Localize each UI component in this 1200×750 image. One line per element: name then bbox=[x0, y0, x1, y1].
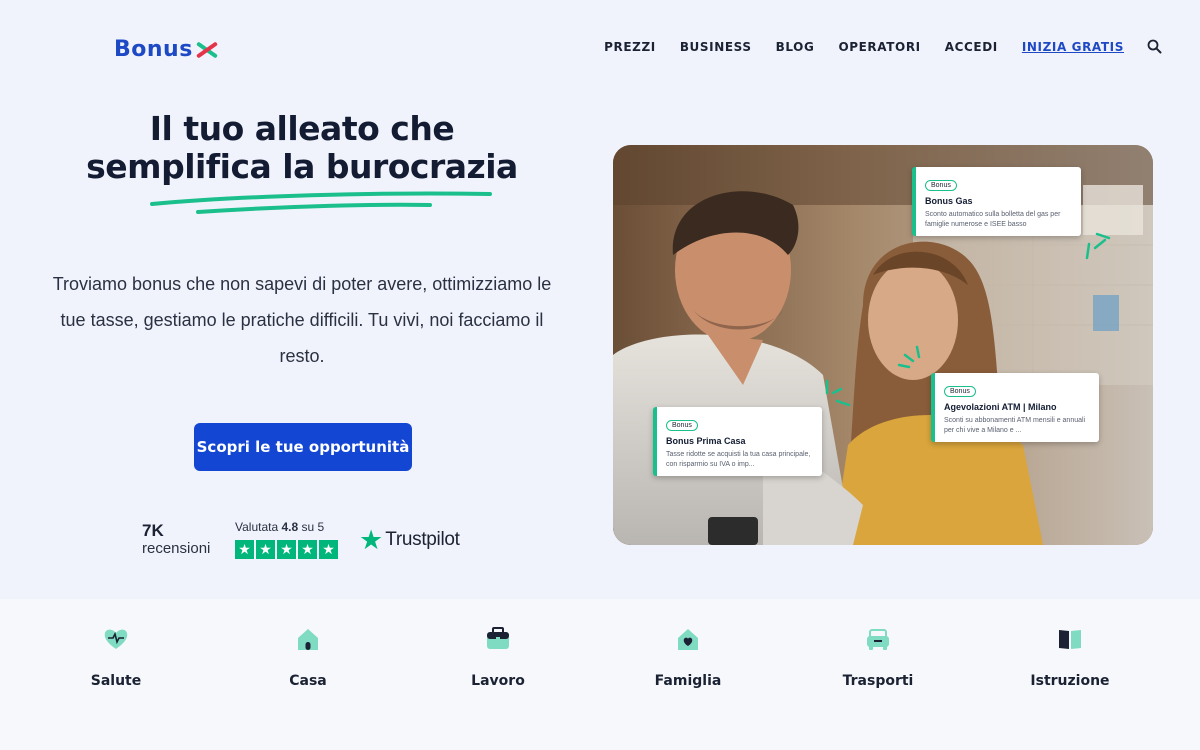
nav-cta-inizia-gratis[interactable]: INIZIA GRATIS bbox=[1022, 40, 1124, 54]
reviews-number: 7K bbox=[142, 521, 164, 540]
rating-stars: ★ ★ ★ ★ ★ bbox=[235, 540, 338, 559]
car-icon bbox=[867, 629, 889, 650]
category-casa[interactable]: Casa bbox=[238, 625, 378, 689]
card-description: Sconto automatico sulla bolletta del gas… bbox=[925, 211, 1061, 228]
category-label: Lavoro bbox=[471, 673, 525, 689]
category-salute[interactable]: Salute bbox=[46, 625, 186, 689]
card-title: Bonus Prima Casa bbox=[666, 436, 746, 446]
bonus-card-atm[interactable]: Bonus Agevolazioni ATM | Milano Sconti s… bbox=[931, 373, 1099, 442]
categories-bar: Salute Casa Lavoro Famiglia Trasporti Is… bbox=[0, 599, 1200, 750]
reviews-count: 7K recensioni bbox=[142, 522, 210, 558]
hero-title: Il tuo alleato che semplifica la burocra… bbox=[40, 110, 564, 186]
rating-prefix: Valutata bbox=[235, 520, 279, 534]
card-badge: Bonus bbox=[944, 386, 976, 397]
star-icon: ★ bbox=[319, 540, 338, 559]
card-badge: Bonus bbox=[925, 180, 957, 191]
logo-x-mark bbox=[194, 40, 218, 60]
card-title: Bonus Gas bbox=[925, 196, 973, 206]
hero-title-line-1: Il tuo alleato che bbox=[149, 109, 455, 148]
rating-value: 4.8 bbox=[281, 520, 299, 534]
category-label: Casa bbox=[289, 673, 327, 689]
search-icon[interactable] bbox=[1146, 38, 1164, 56]
category-label: Salute bbox=[90, 673, 142, 689]
sparkle-decoration bbox=[825, 379, 851, 407]
star-icon: ★ bbox=[235, 540, 254, 559]
main-nav: PREZZI BUSINESS BLOG OPERATORI ACCEDI IN… bbox=[580, 38, 1164, 56]
rating-text: Valutata 4.8 su 5 bbox=[235, 520, 338, 534]
title-underline-decoration bbox=[150, 191, 492, 214]
star-icon: ★ bbox=[256, 540, 275, 559]
rating-suffix: su 5 bbox=[301, 520, 325, 534]
hero-title-line-2: semplifica la burocrazia bbox=[86, 147, 518, 186]
category-istruzione[interactable]: Istruzione bbox=[1000, 625, 1140, 689]
logo-text: Bonus bbox=[114, 37, 193, 62]
sparkle-decoration bbox=[1085, 232, 1111, 260]
bonus-card-prima-casa[interactable]: Bonus Bonus Prima Casa Tasse ridotte se … bbox=[653, 407, 822, 476]
category-trasporti[interactable]: Trasporti bbox=[808, 625, 948, 689]
category-famiglia[interactable]: Famiglia bbox=[618, 625, 758, 689]
site-header: Bonus PREZZI BUSINESS BLOG OPERATORI ACC… bbox=[0, 0, 1200, 92]
trustpilot-name: Trustpilot bbox=[385, 529, 460, 550]
discover-opportunities-button[interactable]: Scopri le tue opportunità bbox=[194, 423, 412, 471]
card-badge: Bonus bbox=[666, 420, 698, 431]
category-label: Famiglia bbox=[654, 673, 722, 689]
bonus-card-gas[interactable]: Bonus Bonus Gas Sconto automatico sulla … bbox=[912, 167, 1081, 236]
category-lavoro[interactable]: Lavoro bbox=[428, 625, 568, 689]
house-icon bbox=[298, 629, 318, 650]
star-icon: ★ bbox=[277, 540, 296, 559]
hero-photo: Bonus Bonus Gas Sconto automatico sulla … bbox=[613, 145, 1153, 545]
reviews-label: recensioni bbox=[142, 540, 211, 557]
sparkle-decoration bbox=[897, 345, 921, 369]
trustpilot-star-icon: ★ bbox=[359, 525, 384, 555]
nav-link-accedi[interactable]: ACCEDI bbox=[945, 40, 998, 54]
family-heart-icon bbox=[678, 629, 698, 650]
briefcase-icon bbox=[487, 627, 509, 649]
card-description: Tasse ridotte se acquisti la tua casa pr… bbox=[666, 451, 811, 468]
card-title: Agevolazioni ATM | Milano bbox=[944, 402, 1057, 412]
book-icon bbox=[1059, 630, 1081, 649]
nav-link-business[interactable]: BUSINESS bbox=[680, 40, 752, 54]
trustpilot-logo[interactable]: ★ Trustpilot bbox=[359, 525, 460, 555]
category-label: Istruzione bbox=[1030, 673, 1110, 689]
category-label: Trasporti bbox=[842, 673, 914, 689]
nav-link-blog[interactable]: BLOG bbox=[776, 40, 815, 54]
heart-pulse-icon bbox=[104, 629, 128, 649]
star-icon: ★ bbox=[298, 540, 317, 559]
nav-link-operatori[interactable]: OPERATORI bbox=[838, 40, 920, 54]
card-description: Sconti su abbonamenti ATM mensili e annu… bbox=[944, 417, 1086, 434]
trustpilot-rating[interactable]: Valutata 4.8 su 5 ★ ★ ★ ★ ★ bbox=[235, 520, 338, 559]
hero-subtitle: Troviamo bonus che non sapevi di poter a… bbox=[52, 274, 552, 366]
logo[interactable]: Bonus bbox=[114, 37, 218, 62]
nav-link-prezzi[interactable]: PREZZI bbox=[604, 40, 656, 54]
